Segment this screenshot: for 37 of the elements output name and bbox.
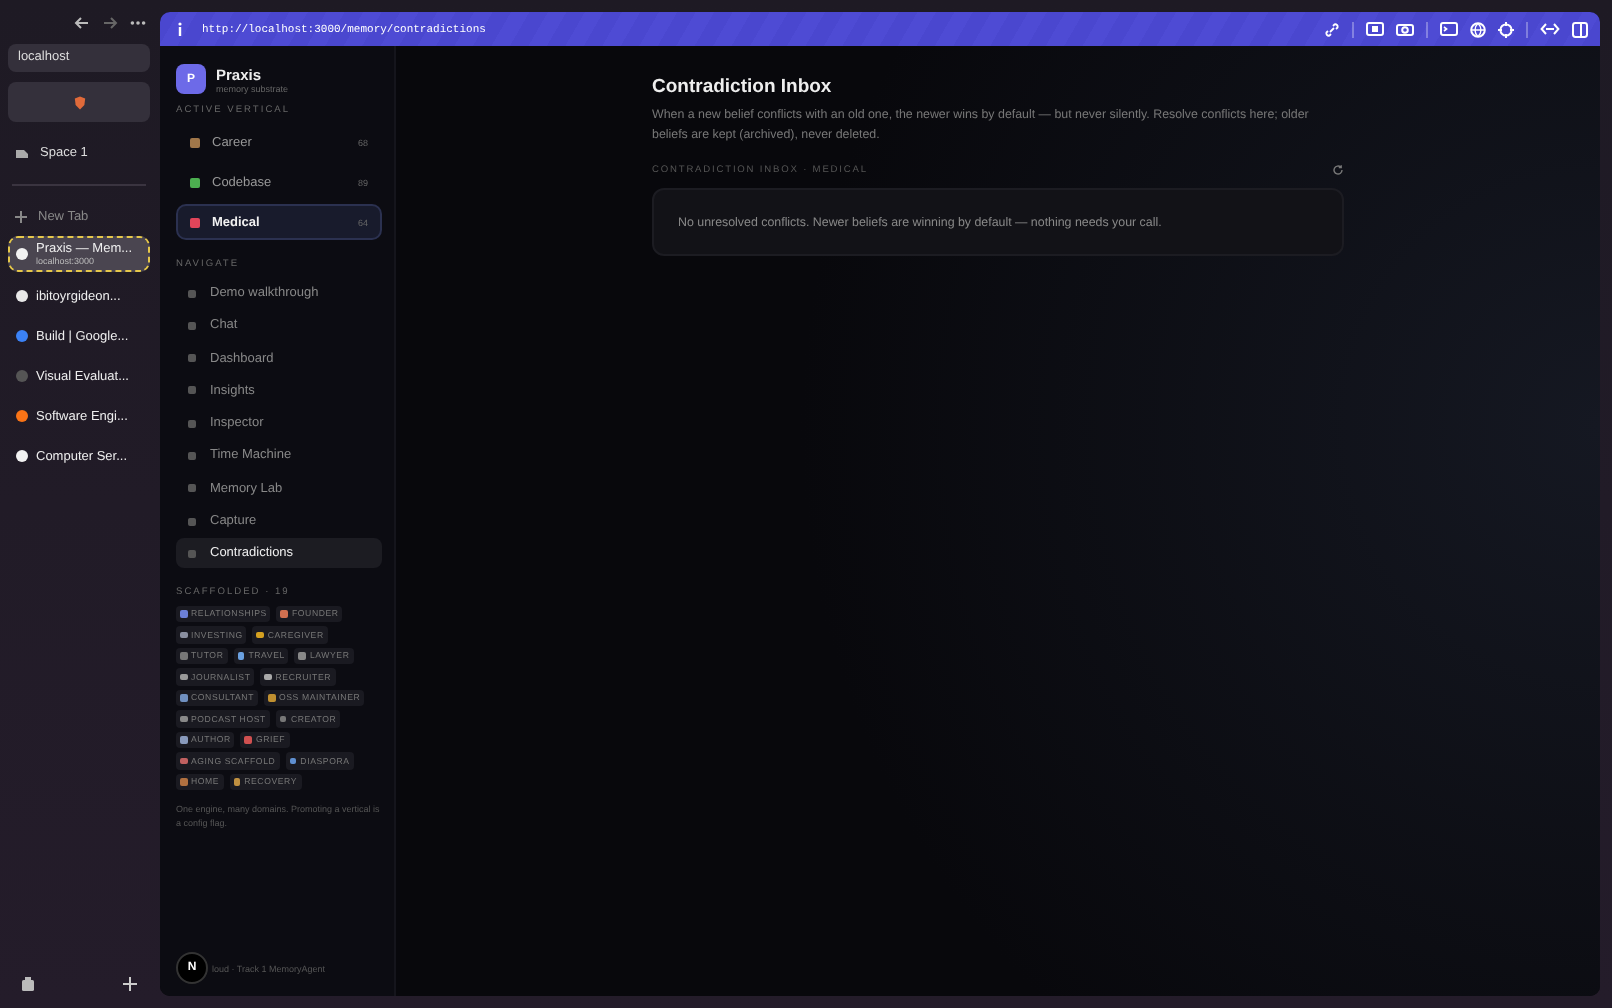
favicon-icon (16, 410, 28, 422)
nav-icon (188, 517, 196, 526)
more-icon[interactable] (130, 19, 146, 25)
nav-icon (188, 484, 196, 493)
favicon-icon (16, 290, 28, 302)
space-icon (14, 146, 30, 160)
nav-icon (188, 321, 196, 330)
shield-icon (73, 95, 85, 109)
terminal-icon[interactable] (1440, 22, 1458, 36)
favicon-icon (16, 330, 28, 342)
archive-icon[interactable] (20, 976, 36, 992)
link-icon[interactable] (1324, 21, 1340, 37)
nav-icon (188, 386, 196, 395)
vertical-icon (190, 177, 200, 187)
favicon-icon (16, 370, 28, 382)
crosshair-icon[interactable] (1498, 21, 1514, 37)
favicon-icon (16, 450, 28, 462)
forward-icon[interactable] (102, 15, 118, 29)
globe-icon[interactable] (1470, 21, 1486, 37)
nav-icon (188, 451, 196, 460)
vertical-icon (190, 217, 200, 227)
vertical-icon (190, 137, 200, 147)
info-icon[interactable] (176, 22, 184, 36)
nav-icon (188, 289, 196, 297)
screenshot-icon[interactable] (1366, 22, 1384, 36)
plus-icon[interactable] (122, 976, 138, 992)
code-icon[interactable] (1540, 22, 1560, 36)
back-icon[interactable] (74, 15, 90, 29)
sidebar-icon[interactable] (1572, 21, 1588, 37)
nav-icon (188, 354, 196, 363)
nav-icon (188, 549, 196, 558)
favicon-icon (16, 248, 28, 260)
page-title: Contradiction Inbox (652, 76, 834, 98)
camera-icon[interactable] (1396, 22, 1414, 36)
refresh-icon[interactable] (1332, 164, 1344, 177)
plus-icon[interactable] (14, 210, 28, 224)
nav-icon (188, 419, 196, 428)
